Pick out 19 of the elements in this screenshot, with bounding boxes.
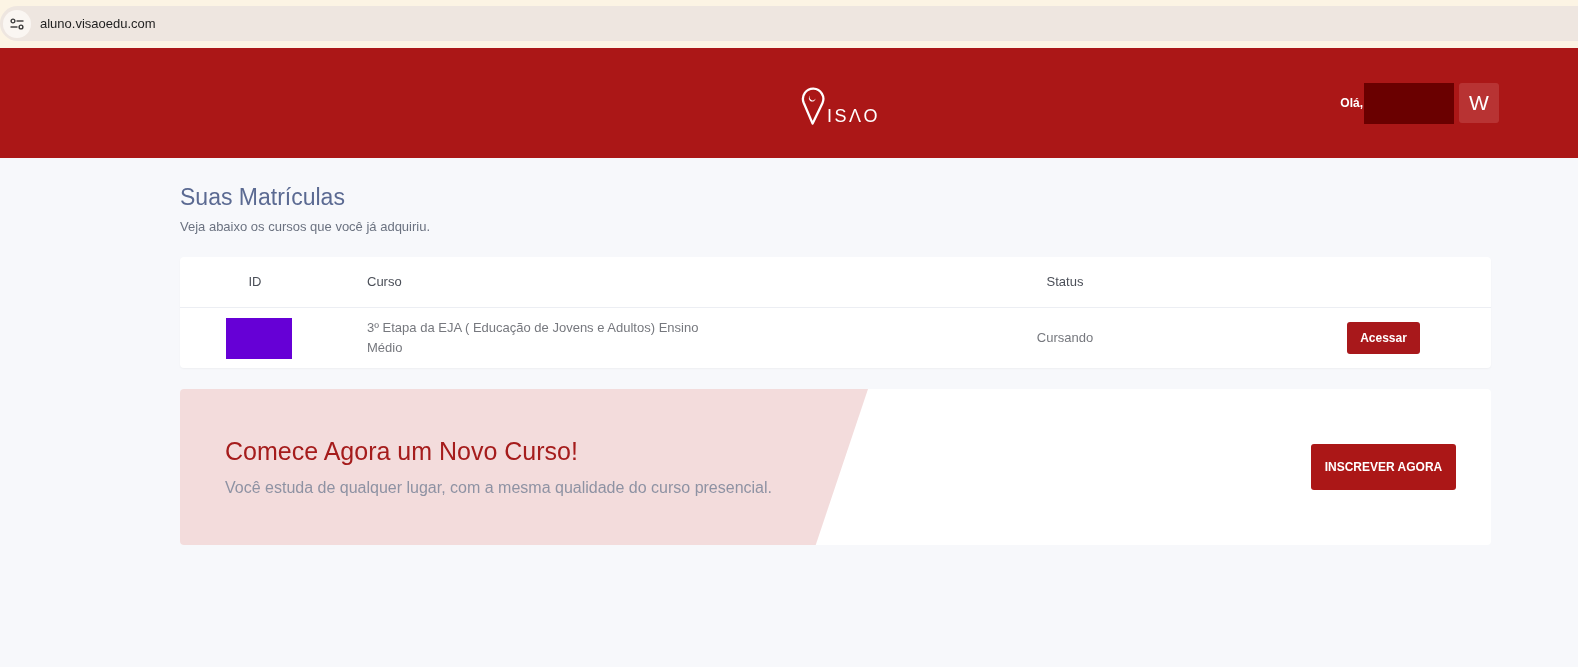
page-title: Suas Matrículas — [180, 183, 346, 212]
column-header: Status — [1045, 273, 1085, 292]
column-header: Curso — [366, 273, 403, 292]
enroll-button[interactable]: INSCREVER AGORA — [1311, 444, 1456, 490]
page-subtitle: Veja abaixo os cursos que você já adquiriu. — [180, 218, 432, 236]
column-header: ID — [247, 273, 263, 292]
user-avatar[interactable]: W — [1459, 83, 1499, 123]
banner-title: Comece Agora um Novo Curso! — [225, 436, 579, 466]
redaction-block — [225, 317, 292, 359]
sliders-icon — [10, 17, 24, 30]
greeting-text: Olá, — [1340, 95, 1363, 112]
access-button[interactable]: Acessar — [1347, 322, 1420, 354]
address-bar[interactable]: aluno.visaoedu.com — [0, 6, 1578, 41]
site-info-button[interactable] — [3, 9, 31, 38]
course-name: 3º Etapa da EJA ( Educação de Jovens e Adultos) Ensino Médio — [367, 319, 700, 357]
map-pin-icon — [801, 85, 825, 125]
status-text: Cursando — [1035, 329, 1095, 348]
banner-text: Você estuda de qualquer lugar, com a mesma qualidade do curso presencial. — [225, 478, 773, 498]
logo-text: ISΛO — [827, 106, 881, 125]
